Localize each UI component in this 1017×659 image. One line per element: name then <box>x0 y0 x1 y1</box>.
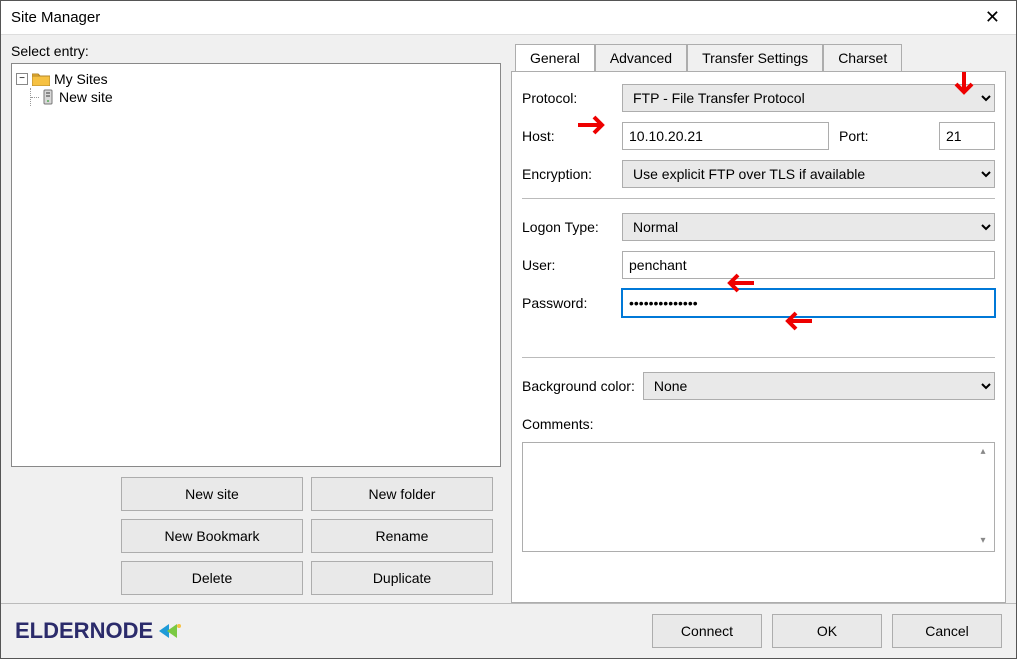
general-panel: Protocol: FTP - File Transfer Protocol H… <box>511 71 1006 603</box>
protocol-select[interactable]: FTP - File Transfer Protocol <box>622 84 995 112</box>
encryption-label: Encryption: <box>522 166 614 182</box>
password-input[interactable] <box>622 289 995 317</box>
logon-type-select[interactable]: Normal <box>622 213 995 241</box>
new-folder-button[interactable]: New folder <box>311 477 493 511</box>
logo-arrow-icon <box>157 620 183 642</box>
user-input[interactable] <box>622 251 995 279</box>
host-input[interactable] <box>622 122 829 150</box>
host-label: Host: <box>522 128 614 144</box>
comments-textarea[interactable] <box>522 442 995 552</box>
site-tree[interactable]: − My Sites New site <box>11 63 501 467</box>
comments-label: Comments: <box>522 416 594 432</box>
tab-advanced[interactable]: Advanced <box>595 44 687 72</box>
folder-icon <box>32 72 50 86</box>
tree-root-my-sites[interactable]: − My Sites <box>16 70 496 88</box>
logo-text-2: NODE <box>90 618 154 644</box>
scroll-down-icon[interactable]: ▾ <box>975 535 991 551</box>
ok-button[interactable]: OK <box>772 614 882 648</box>
port-label: Port: <box>839 128 931 144</box>
tab-charset[interactable]: Charset <box>823 44 902 72</box>
eldernode-logo: ELDERNODE <box>15 618 183 644</box>
bgcolor-select[interactable]: None <box>643 372 995 400</box>
server-icon <box>41 89 55 105</box>
protocol-label: Protocol: <box>522 90 614 106</box>
new-bookmark-button[interactable]: New Bookmark <box>121 519 303 553</box>
logo-text-1: ELDER <box>15 618 90 644</box>
cancel-button[interactable]: Cancel <box>892 614 1002 648</box>
password-label: Password: <box>522 295 614 311</box>
window-title: Site Manager <box>11 9 100 26</box>
tree-item-label: New site <box>59 89 113 105</box>
duplicate-button[interactable]: Duplicate <box>311 561 493 595</box>
new-site-button[interactable]: New site <box>121 477 303 511</box>
port-input[interactable] <box>939 122 995 150</box>
scroll-up-icon[interactable]: ▴ <box>975 446 991 462</box>
rename-button[interactable]: Rename <box>311 519 493 553</box>
connect-button[interactable]: Connect <box>652 614 762 648</box>
logon-type-label: Logon Type: <box>522 219 614 235</box>
tree-item-new-site[interactable]: New site <box>30 88 496 106</box>
bgcolor-label: Background color: <box>522 378 635 394</box>
tree-collapse-icon[interactable]: − <box>16 73 28 85</box>
user-label: User: <box>522 257 614 273</box>
delete-button[interactable]: Delete <box>121 561 303 595</box>
encryption-select[interactable]: Use explicit FTP over TLS if available <box>622 160 995 188</box>
tree-root-label: My Sites <box>54 71 108 87</box>
tab-transfer-settings[interactable]: Transfer Settings <box>687 44 823 72</box>
tab-general[interactable]: General <box>515 44 595 72</box>
select-entry-label: Select entry: <box>11 43 501 59</box>
close-icon[interactable]: ✕ <box>979 7 1006 28</box>
